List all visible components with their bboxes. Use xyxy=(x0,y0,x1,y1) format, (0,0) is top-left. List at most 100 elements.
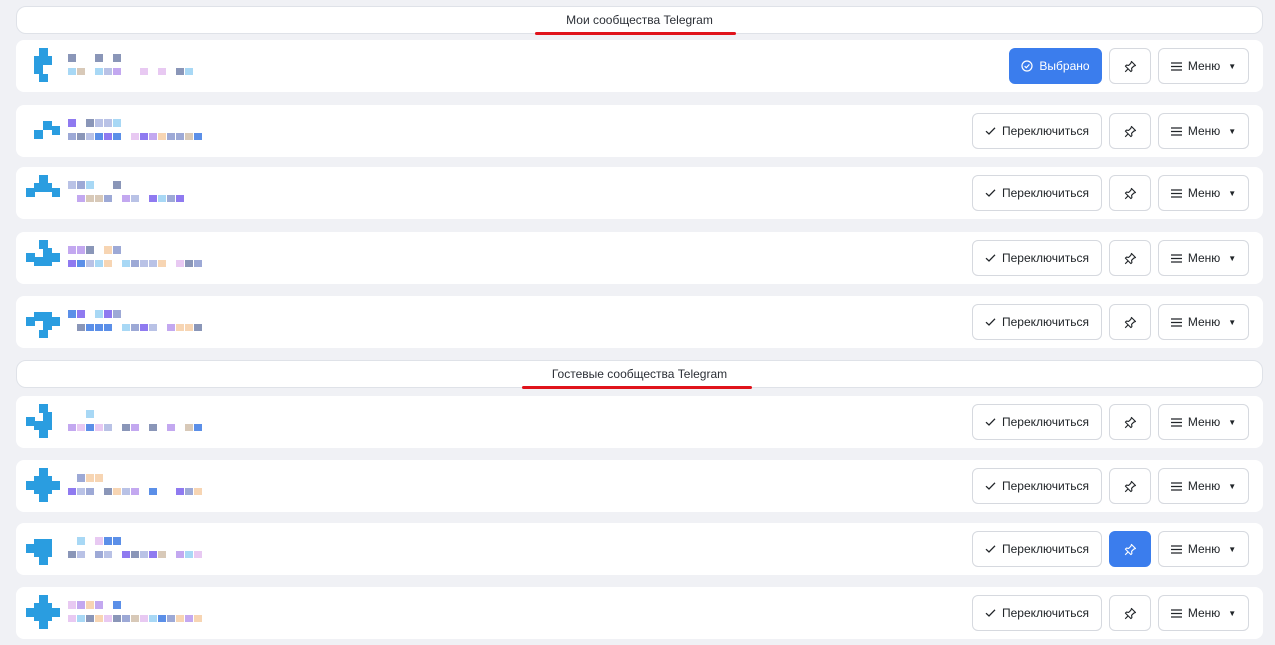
redaction-pixel xyxy=(113,68,121,75)
avatar-pixel xyxy=(39,494,48,502)
redaction-pixel xyxy=(113,601,121,609)
avatar-pixel xyxy=(34,130,43,139)
pin-icon xyxy=(1124,543,1137,556)
community-row: Выбрано Меню ▼ xyxy=(16,40,1263,92)
pin-icon xyxy=(1124,607,1137,620)
switch-label: Переключиться xyxy=(1002,186,1089,200)
redaction-pixel xyxy=(95,260,103,267)
community-name-redacted xyxy=(68,601,218,627)
menu-button[interactable]: Меню ▼ xyxy=(1158,595,1249,631)
switch-button[interactable]: Переключиться xyxy=(972,595,1102,631)
community-name-redacted xyxy=(68,246,218,272)
redaction-pixel xyxy=(95,195,103,202)
redaction-pixel xyxy=(68,119,76,127)
avatar-pixel xyxy=(26,317,35,326)
redaction-pixel xyxy=(104,537,112,545)
redaction-pixel xyxy=(104,324,112,331)
redaction-pixel xyxy=(77,324,85,331)
row-actions: Переключиться Меню ▼ xyxy=(972,404,1249,440)
redaction-pixel xyxy=(194,424,202,431)
redaction-pixel xyxy=(86,615,94,622)
redaction-pixel xyxy=(104,195,112,202)
avatar-pixel xyxy=(43,56,52,65)
menu-button[interactable]: Меню ▼ xyxy=(1158,404,1249,440)
menu-button[interactable]: Меню ▼ xyxy=(1158,48,1249,84)
hamburger-icon xyxy=(1170,126,1182,136)
redaction-pixel xyxy=(68,601,76,609)
redaction-pixel xyxy=(77,615,85,622)
pin-button[interactable] xyxy=(1109,404,1151,440)
hamburger-icon xyxy=(1170,253,1182,263)
redaction-pixel xyxy=(131,260,139,267)
switch-button[interactable]: Переключиться xyxy=(972,175,1102,211)
redaction-pixel xyxy=(131,195,139,202)
hamburger-icon xyxy=(1170,544,1182,554)
switch-label: Переключиться xyxy=(1002,606,1089,620)
menu-button[interactable]: Меню ▼ xyxy=(1158,304,1249,340)
row-actions: Переключиться Меню ▼ xyxy=(972,468,1249,504)
pin-icon xyxy=(1124,252,1137,265)
menu-button[interactable]: Меню ▼ xyxy=(1158,468,1249,504)
community-avatar xyxy=(26,468,60,502)
avatar-pixel xyxy=(39,240,48,249)
menu-label: Меню xyxy=(1187,186,1221,200)
pin-button[interactable] xyxy=(1109,48,1151,84)
redaction-pixel xyxy=(95,54,103,62)
switch-button[interactable]: Переключиться xyxy=(972,468,1102,504)
switch-button[interactable]: Переключиться xyxy=(972,113,1102,149)
menu-label: Меню xyxy=(1187,415,1221,429)
hamburger-icon xyxy=(1170,188,1182,198)
redaction-pixel xyxy=(95,474,103,482)
avatar-pixel xyxy=(34,539,43,548)
caret-down-icon: ▼ xyxy=(1228,188,1237,198)
avatar-pixel xyxy=(34,485,43,494)
selected-button[interactable]: Выбрано xyxy=(1009,48,1102,84)
avatar-pixel xyxy=(26,544,35,553)
row-actions: Переключиться Меню ▼ xyxy=(972,240,1249,276)
pin-button[interactable] xyxy=(1109,113,1151,149)
section-header-guest-communities: Гостевые сообщества Telegram xyxy=(16,360,1263,389)
menu-label: Меню xyxy=(1187,59,1221,73)
pin-button[interactable] xyxy=(1109,304,1151,340)
redaction-pixel xyxy=(185,551,193,558)
pin-button[interactable] xyxy=(1109,468,1151,504)
avatar-pixel xyxy=(34,603,43,612)
redaction-pixel xyxy=(176,260,184,267)
redaction-pixel xyxy=(149,324,157,331)
avatar-pixel xyxy=(39,74,48,82)
redaction-pixel xyxy=(113,310,121,318)
avatar-pixel xyxy=(39,175,48,184)
redaction-pixel xyxy=(176,195,184,202)
redaction-pixel xyxy=(95,551,103,558)
community-name-redacted xyxy=(68,410,218,436)
pin-button[interactable] xyxy=(1109,595,1151,631)
pin-button[interactable] xyxy=(1109,531,1151,567)
menu-button[interactable]: Меню ▼ xyxy=(1158,175,1249,211)
redaction-pixel xyxy=(68,260,76,267)
switch-button[interactable]: Переключиться xyxy=(972,404,1102,440)
avatar-pixel xyxy=(43,539,52,548)
pin-button[interactable] xyxy=(1109,175,1151,211)
redaction-pixel xyxy=(194,615,202,622)
menu-button[interactable]: Меню ▼ xyxy=(1158,113,1249,149)
menu-button[interactable]: Меню ▼ xyxy=(1158,240,1249,276)
redaction-pixel xyxy=(131,488,139,495)
section-title: Мои сообщества Telegram xyxy=(566,13,713,27)
redaction-pixel xyxy=(194,133,202,140)
redaction-pixel xyxy=(140,260,148,267)
avatar-pixel xyxy=(34,56,43,65)
switch-button[interactable]: Переключиться xyxy=(972,240,1102,276)
pin-button[interactable] xyxy=(1109,240,1151,276)
redaction-pixel xyxy=(68,54,76,62)
avatar-pixel xyxy=(43,603,52,612)
avatar-pixel xyxy=(43,257,52,266)
redaction-pixel xyxy=(176,68,184,75)
avatar-pixel xyxy=(43,485,52,494)
menu-button[interactable]: Меню ▼ xyxy=(1158,531,1249,567)
row-actions: Выбрано Меню ▼ xyxy=(1009,48,1249,84)
redaction-pixel xyxy=(194,324,202,331)
switch-button[interactable]: Переключиться xyxy=(972,304,1102,340)
redaction-pixel xyxy=(140,551,148,558)
switch-button[interactable]: Переключиться xyxy=(972,531,1102,567)
redaction-pixel xyxy=(68,424,76,431)
